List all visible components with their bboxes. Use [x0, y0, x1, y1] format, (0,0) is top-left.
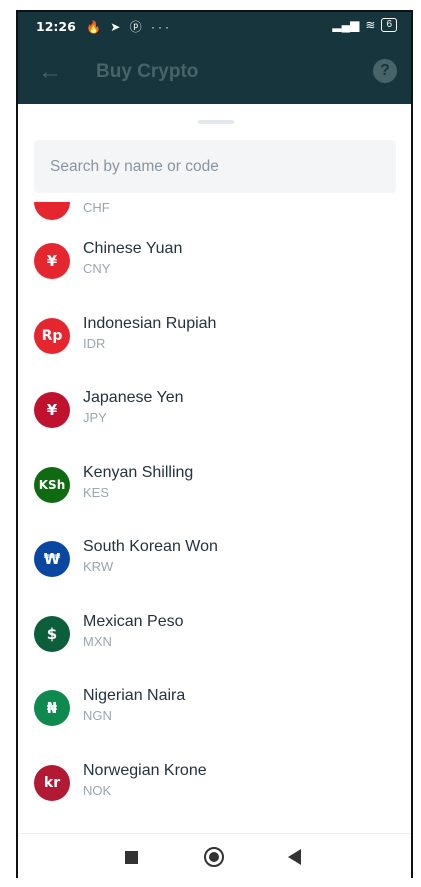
- currency-name: Chinese Yuan: [83, 240, 183, 257]
- currency-code: JPY: [83, 410, 107, 425]
- square-icon[interactable]: [125, 851, 138, 864]
- currency-name: Nigerian Naira: [83, 687, 186, 704]
- currency-sheet: CHF ¥ Chinese Yuan CNY Rp Indonesian Rupiah I…: [18, 104, 411, 844]
- status-time: 12:26: [36, 19, 76, 34]
- currency-code: CHF: [83, 202, 110, 215]
- triangle-back-icon[interactable]: [288, 849, 301, 865]
- status-right: ▂▄▆ ≋ 6: [332, 18, 397, 32]
- currency-name: Indonesian Rupiah: [83, 314, 217, 332]
- currency-code: NGN: [83, 708, 112, 723]
- currency-icon: $: [34, 615, 70, 652]
- currency-code: KES: [83, 484, 110, 500]
- currency-icon: [34, 202, 70, 220]
- battery-icon: 6: [381, 18, 397, 32]
- currency-list-item[interactable]: ₩ South Korean Won KRW: [18, 538, 411, 612]
- currency-list[interactable]: CHF ¥ Chinese Yuan CNY Rp Indonesian Rupiah I…: [18, 202, 411, 844]
- question-icon[interactable]: ?: [373, 59, 397, 83]
- app-bar: ← Buy Crypto ?: [18, 42, 411, 104]
- currency-list-item[interactable]: Rp Indonesian Rupiah IDR: [18, 315, 411, 389]
- circle-icon[interactable]: [204, 847, 224, 867]
- currency-code: CNY: [83, 261, 111, 276]
- currency-list-item[interactable]: ¥ Chinese Yuan CNY: [18, 240, 411, 314]
- currency-code: IDR: [83, 335, 106, 351]
- list-item-partial[interactable]: CHF: [18, 202, 411, 220]
- currency-icon: KSh: [34, 466, 70, 503]
- currency-icon: ¥: [34, 392, 70, 428]
- currency-icon: Rp: [34, 317, 70, 354]
- search-input[interactable]: [34, 140, 396, 193]
- notification-icons: 🔥 ➤ ⓟ ···: [86, 20, 172, 34]
- page-title: Buy Crypto: [96, 61, 199, 82]
- currency-name: South Korean Won: [83, 538, 218, 555]
- currency-icon: ₦: [34, 690, 70, 726]
- currency-name: Mexican Peso: [83, 612, 184, 630]
- status-bar: 12:26 🔥 ➤ ⓟ ··· ▂▄▆ ≋ 6: [18, 12, 411, 42]
- android-nav-bar: [18, 833, 411, 878]
- currency-icon: kr: [34, 764, 70, 801]
- currency-icon: ₩: [34, 541, 70, 577]
- currency-code: NOK: [83, 782, 112, 798]
- drag-handle[interactable]: [198, 120, 234, 124]
- arrow-left-icon[interactable]: ←: [38, 58, 62, 86]
- currency-list-item[interactable]: $ Mexican Peso MXN: [18, 613, 411, 687]
- currency-list-item[interactable]: ₦ Nigerian Naira NGN: [18, 687, 411, 761]
- currency-icon: ¥: [34, 243, 70, 279]
- currency-name: Norwegian Krone: [83, 761, 207, 779]
- currency-code: MXN: [83, 633, 112, 649]
- currency-name: Kenyan Shilling: [83, 463, 194, 481]
- wifi-icon: ≋: [365, 18, 376, 32]
- currency-list-item[interactable]: kr Norwegian Krone NOK: [18, 762, 411, 836]
- phone-screen: 12:26 🔥 ➤ ⓟ ··· ▂▄▆ ≋ 6 ← Buy Crypto ? C…: [16, 10, 413, 878]
- signal-icon: ▂▄▆: [332, 18, 360, 32]
- currency-code: KRW: [83, 559, 114, 574]
- currency-list-item[interactable]: ¥ Japanese Yen JPY: [18, 389, 411, 463]
- currency-name: Japanese Yen: [83, 389, 184, 406]
- currency-list-item[interactable]: KSh Kenyan Shilling KES: [18, 464, 411, 538]
